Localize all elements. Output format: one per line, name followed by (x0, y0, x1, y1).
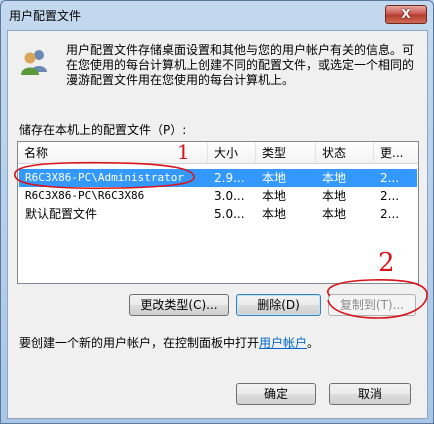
title-bar[interactable]: 用户配置文件 X (1, 1, 433, 31)
column-type[interactable]: 类型 (256, 142, 316, 164)
hint-prefix: 要创建一个新的用户帐户，在控制面板中打开 (19, 336, 260, 350)
close-button[interactable]: X (385, 5, 427, 24)
row-type: 本地 (262, 189, 287, 203)
change-type-button[interactable]: 更改类型(C)... (129, 294, 229, 316)
list-header: 名称 大小 类型 状态 更... (18, 142, 418, 164)
delete-button[interactable]: 删除(D) (236, 294, 321, 316)
row-size: 2.9... (214, 171, 245, 185)
column-status[interactable]: 状态 (316, 142, 374, 164)
profiles-list[interactable]: 名称 大小 类型 状态 更... R6C3X86-PC\Administrato… (17, 141, 419, 284)
table-row[interactable]: R6C3X86-PC\R6C3X86 3.0... 本地 本地 2... (19, 187, 417, 205)
ok-button[interactable]: 确定 (236, 383, 316, 405)
row-modified: 2... (380, 171, 400, 185)
user-profiles-dialog: 用户配置文件 X 用户配置文件存储桌面设置和其他与您的用户帐户有关的信息。可在您… (0, 0, 434, 424)
users-icon (21, 50, 47, 75)
copy-to-button[interactable]: 复制到(T)... (328, 294, 416, 316)
row-type: 本地 (262, 171, 287, 185)
profiles-list-label: 储存在本机上的配置文件（P）: (19, 123, 187, 137)
row-status: 本地 (322, 171, 347, 185)
row-size: 3.0... (214, 189, 245, 203)
row-modified: 2... (380, 189, 400, 203)
row-type: 本地 (262, 207, 287, 221)
window-title: 用户配置文件 (9, 9, 82, 23)
column-size[interactable]: 大小 (208, 142, 256, 164)
close-icon: X (401, 7, 411, 21)
table-row[interactable]: 默认配置文件 5.0... 本地 本地 2... (19, 205, 417, 223)
row-name: 默认配置文件 (25, 207, 98, 221)
info-text: 用户配置文件存储桌面设置和其他与您的用户帐户有关的信息。可在您使用的每台计算机上… (66, 43, 415, 87)
row-status: 本地 (322, 189, 347, 203)
user-accounts-link[interactable]: 用户帐户 (259, 336, 307, 350)
row-modified: 2... (380, 207, 400, 221)
annotation-number-2: 2 (378, 248, 395, 278)
row-name: R6C3X86-PC\R6C3X86 (25, 189, 145, 202)
create-account-hint: 要创建一个新的用户帐户，在控制面板中打开用户帐户。 (19, 334, 319, 351)
hint-suffix: 。 (307, 336, 320, 350)
row-size: 5.0... (214, 207, 245, 221)
dialog-body: 用户配置文件存储桌面设置和其他与您的用户帐户有关的信息。可在您使用的每台计算机上… (7, 30, 428, 419)
table-row[interactable]: R6C3X86-PC\Administrator 2.9... 本地 本地 2.… (19, 169, 417, 187)
annotation-number-1: 1 (177, 140, 190, 164)
row-status: 本地 (322, 207, 347, 221)
column-modified[interactable]: 更... (374, 142, 418, 164)
cancel-button[interactable]: 取消 (329, 383, 411, 405)
row-name: R6C3X86-PC\Administrator (25, 171, 184, 184)
